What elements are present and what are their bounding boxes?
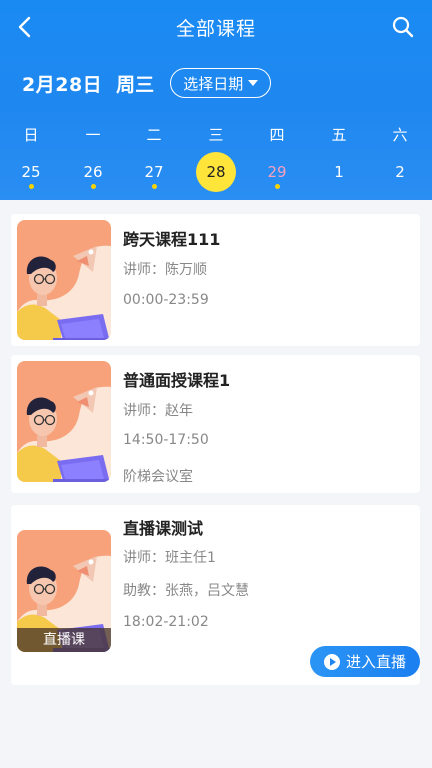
day-cell-selected[interactable]: 28 [196, 152, 236, 192]
enter-live-label: 进入直播 [345, 653, 406, 671]
course-card[interactable]: 跨天课程111 讲师：陈万顺 00:00-23:59 [11, 214, 420, 346]
course-title: 普通面授课程1 [123, 371, 231, 390]
day-cell[interactable]: 2 [380, 152, 420, 192]
course-thumbnail [17, 220, 111, 340]
weekday-label: 一 [85, 126, 101, 144]
has-course-dot [274, 184, 280, 189]
top-bar: 全部课程 [0, 10, 432, 46]
course-time: 14:50-17:50 [123, 432, 209, 448]
weekday-label: 六 [392, 126, 408, 144]
course-time: 00:00-23:59 [123, 292, 209, 308]
course-thumbnail [17, 361, 111, 482]
has-course-dot [90, 184, 96, 189]
has-course-dot [28, 184, 34, 189]
current-weekday: 周三 [116, 73, 155, 96]
has-course-dot [151, 184, 157, 189]
course-teacher: 讲师：班主任1 [123, 550, 216, 566]
days-row: 25 26 27 28 29 1 2 [0, 152, 432, 196]
play-icon [323, 653, 340, 670]
header: 全部课程 2月28日 周三 选择日期 日 一 二 三 四 五 六 25 26 2… [0, 0, 432, 200]
course-thumbnail: 直播课 [17, 530, 111, 652]
course-card[interactable]: 普通面授课程1 讲师：赵年 14:50-17:50 阶梯会议室 [11, 355, 420, 493]
day-cell[interactable]: 29 [257, 152, 297, 192]
course-teacher: 讲师：陈万顺 [123, 262, 207, 278]
select-date-label: 选择日期 [183, 74, 244, 93]
teacher-illustration [17, 220, 111, 340]
day-number: 29 [267, 163, 287, 181]
day-number: 28 [206, 163, 226, 181]
course-card[interactable]: 直播课 直播课测试 讲师：班主任1 助教：张燕，吕文慧 18:02-21:02 … [11, 505, 420, 685]
caret-down-icon [248, 80, 259, 86]
day-cell[interactable]: 27 [134, 152, 174, 192]
day-number: 2 [395, 163, 405, 181]
day-number: 26 [83, 163, 103, 181]
day-cell[interactable]: 1 [319, 152, 359, 192]
course-title: 直播课测试 [123, 519, 204, 538]
teacher-illustration [17, 361, 111, 482]
weekday-label: 五 [331, 126, 347, 144]
live-class-tag: 直播课 [17, 628, 111, 652]
day-number: 25 [21, 163, 41, 181]
day-number: 27 [144, 163, 164, 181]
date-bar: 2月28日 周三 选择日期 [22, 68, 272, 98]
day-number: 1 [334, 163, 344, 181]
course-location: 阶梯会议室 [123, 469, 193, 485]
current-date: 2月28日 [22, 73, 103, 96]
day-cell[interactable]: 26 [73, 152, 113, 192]
page-title: 全部课程 [175, 18, 256, 40]
weekday-label: 日 [23, 126, 39, 144]
weekday-label: 二 [146, 126, 162, 144]
weekday-label: 四 [269, 126, 285, 144]
weekday-label: 三 [208, 126, 224, 144]
course-title: 跨天课程111 [123, 230, 221, 249]
course-time: 18:02-21:02 [123, 614, 209, 630]
select-date-button[interactable]: 选择日期 [170, 68, 272, 98]
search-button[interactable] [390, 14, 416, 40]
enter-live-button[interactable]: 进入直播 [310, 646, 420, 677]
day-cell[interactable]: 25 [11, 152, 51, 192]
weekday-header-row: 日 一 二 三 四 五 六 [0, 120, 432, 146]
course-assistant: 助教：张燕，吕文慧 [123, 583, 249, 599]
course-teacher: 讲师：赵年 [123, 403, 193, 419]
search-icon [392, 16, 414, 38]
